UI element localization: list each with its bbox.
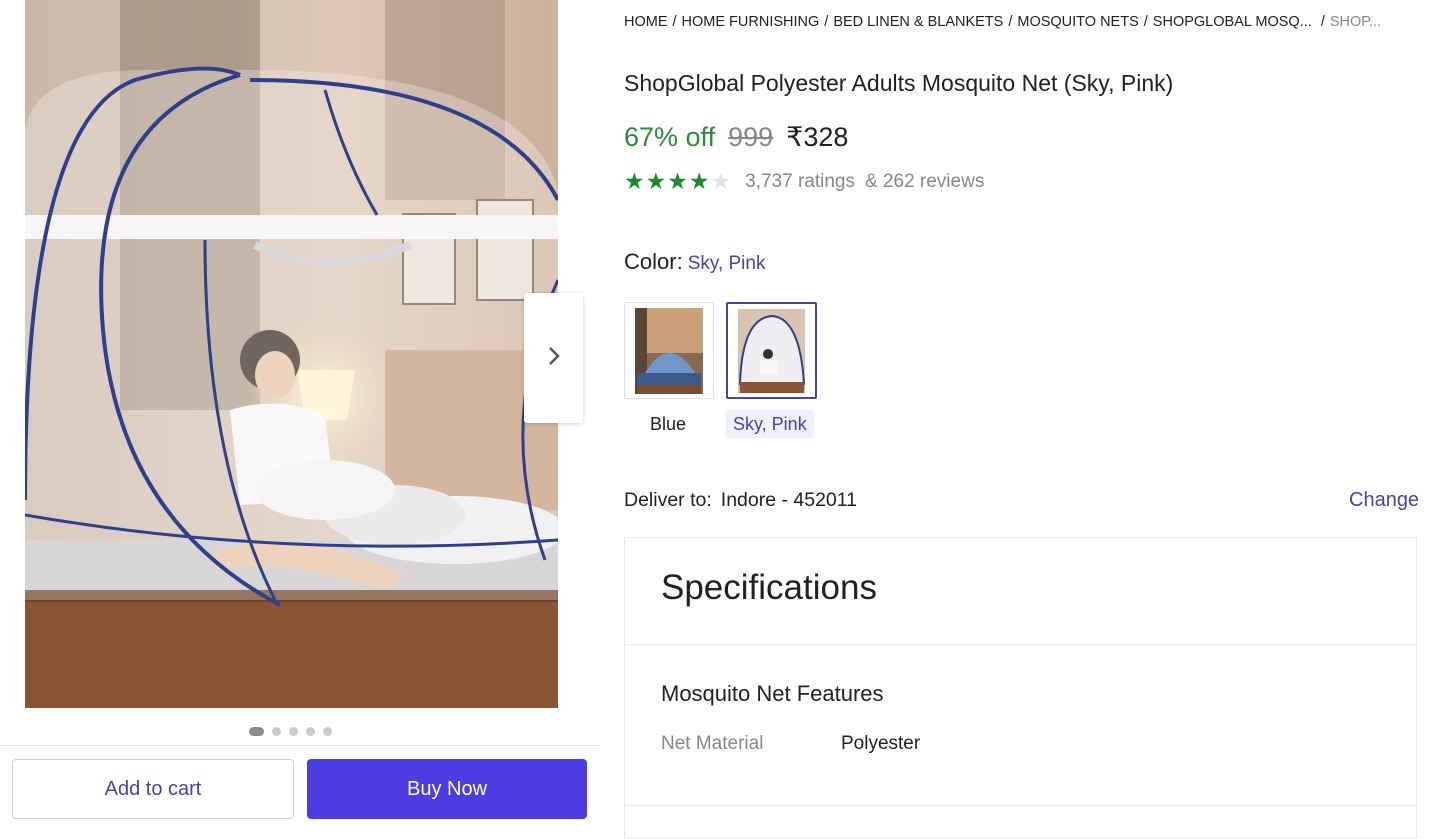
change-location-link[interactable]: Change: [1349, 489, 1419, 512]
discount-label: 67% off: [624, 122, 716, 152]
divider: [625, 805, 1416, 806]
breadcrumb-bed-linen[interactable]: BED LINEN & BLANKETS: [833, 14, 1003, 30]
spec-value: Polyester: [841, 733, 921, 754]
spec-group-title: Mosquito Net Features: [661, 681, 884, 706]
next-image-button[interactable]: [524, 293, 583, 423]
star-icon: ★: [624, 168, 645, 194]
product-image[interactable]: [25, 0, 558, 708]
add-to-cart-button[interactable]: Add to cart: [12, 759, 294, 819]
star-icon: ★: [645, 168, 667, 194]
rating-row[interactable]: ★ ★ ★ ★ ★ 3,737 ratings & 262 reviews: [624, 170, 984, 193]
breadcrumb-mosquito-nets[interactable]: MOSQUITO NETS: [1017, 14, 1138, 30]
original-price: 999: [728, 122, 774, 152]
star-icon: ★: [688, 168, 710, 194]
delivery-location: Deliver to: Indore - 452011: [624, 489, 857, 512]
reviews-count: & 262 reviews: [864, 170, 985, 192]
breadcrumb-shopglobal[interactable]: SHOPGLOBAL MOSQ...: [1153, 14, 1312, 30]
color-selector-header: Color: Sky, Pink: [624, 249, 765, 275]
breadcrumb: HOME / HOME FURNISHING / BED LINEN & BLANKET…: [624, 14, 1382, 30]
carousel-dot[interactable]: [306, 727, 315, 736]
selling-price: ₹328: [786, 122, 849, 152]
carousel-dots: [249, 727, 332, 736]
selected-color: Sky, Pink: [687, 253, 766, 274]
breadcrumb-home-furnishing[interactable]: HOME FURNISHING: [682, 14, 820, 30]
rating-stars: ★ ★ ★ ★ ★: [624, 170, 731, 193]
breadcrumb-home[interactable]: HOME: [624, 14, 668, 30]
color-label: Color:: [624, 249, 683, 274]
color-swatch-blue[interactable]: [624, 302, 714, 399]
carousel-dot[interactable]: [323, 727, 332, 736]
specifications-card: Specifications Mosquito Net Features Net…: [624, 537, 1417, 839]
delivery-pincode: Indore - 452011: [720, 489, 858, 511]
specifications-heading: Specifications: [661, 568, 877, 607]
chevron-right-icon: [547, 346, 561, 371]
ratings-count: 3,737 ratings: [745, 170, 855, 192]
price-row: 67% off 999 ₹328: [624, 122, 848, 153]
specifications-header: Specifications: [625, 538, 1416, 645]
deliver-to-label: Deliver to:: [624, 489, 712, 511]
buy-now-button[interactable]: Buy Now: [307, 759, 587, 819]
action-bar: Add to cart Buy Now: [0, 745, 600, 826]
product-title: ShopGlobal Polyester Adults Mosquito Net…: [624, 70, 1174, 96]
carousel-dot[interactable]: [272, 727, 281, 736]
breadcrumb-current: SHOP...: [1329, 14, 1382, 30]
carousel-dot[interactable]: [249, 727, 264, 736]
star-icon: ★: [710, 168, 732, 194]
carousel-dot[interactable]: [289, 727, 298, 736]
spec-key: Net Material: [661, 733, 764, 754]
star-icon: ★: [667, 168, 688, 194]
color-swatch-sky-pink[interactable]: [726, 302, 817, 399]
color-option-label[interactable]: Blue: [643, 410, 693, 438]
color-option-label[interactable]: Sky, Pink: [726, 410, 814, 438]
